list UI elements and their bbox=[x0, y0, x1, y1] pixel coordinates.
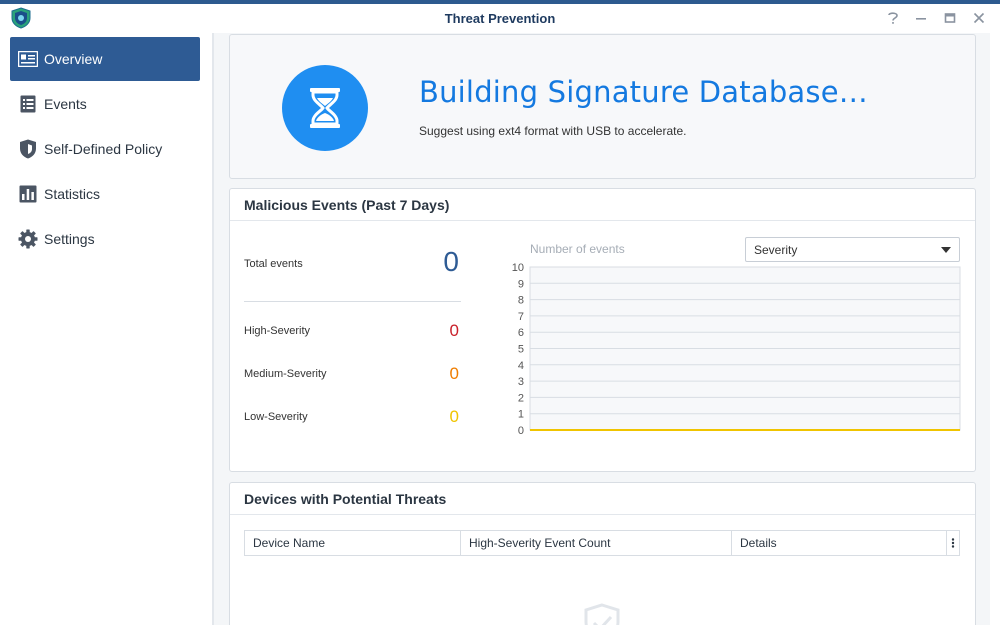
medium-severity-label: Medium-Severity bbox=[244, 368, 327, 380]
total-events-label: Total events bbox=[244, 258, 303, 270]
total-events-value: 0 bbox=[443, 246, 459, 277]
close-icon bbox=[973, 12, 985, 24]
events-line-chart: 0 1 2 3 4 5 6 7 8 9 10 bbox=[512, 262, 961, 434]
statistics-icon bbox=[18, 184, 38, 204]
vertical-scrollbar[interactable] bbox=[990, 33, 1000, 625]
chart-y-tick-label: 2 bbox=[518, 392, 524, 404]
column-header-details[interactable]: Details bbox=[732, 531, 947, 555]
shield-icon bbox=[18, 139, 38, 159]
chart-y-tick-label: 5 bbox=[518, 344, 524, 356]
minimize-button[interactable] bbox=[911, 8, 931, 28]
high-severity-label: High-Severity bbox=[244, 325, 311, 337]
chevron-down-icon bbox=[941, 247, 951, 253]
maximize-button[interactable] bbox=[940, 8, 960, 28]
empty-shield-check-icon bbox=[582, 603, 622, 625]
panel-title: Malicious Events (Past 7 Days) bbox=[230, 189, 975, 221]
chart-y-tick-label: 9 bbox=[518, 278, 524, 290]
status-title: Building Signature Database… bbox=[419, 75, 868, 109]
chart-y-tick-label: 4 bbox=[518, 360, 524, 372]
low-severity-value: 0 bbox=[449, 407, 459, 426]
sidebar-item-label: Settings bbox=[44, 231, 95, 247]
sidebar-item-settings[interactable]: Settings bbox=[10, 217, 200, 261]
sidebar-item-self-defined-policy[interactable]: Self-Defined Policy bbox=[10, 127, 200, 171]
sidebar-item-label: Statistics bbox=[44, 186, 101, 202]
devices-panel: Devices with Potential Threats Device Na… bbox=[229, 482, 976, 625]
column-header-device-name[interactable]: Device Name bbox=[245, 531, 461, 555]
window-title: Threat Prevention bbox=[444, 11, 556, 26]
chart-y-tick-label: 1 bbox=[518, 409, 524, 421]
title-bar: Threat Prevention bbox=[0, 4, 1000, 33]
sidebar: Overview Events Self-Defined Policy Stat… bbox=[0, 33, 212, 625]
more-vertical-icon bbox=[951, 538, 955, 548]
column-options-button[interactable] bbox=[947, 531, 959, 555]
column-header-high-severity-count[interactable]: High-Severity Event Count bbox=[461, 531, 732, 555]
sidebar-divider bbox=[212, 33, 214, 625]
low-severity-label: Low-Severity bbox=[244, 411, 308, 423]
gear-icon bbox=[18, 229, 38, 249]
sidebar-item-events[interactable]: Events bbox=[10, 82, 200, 126]
devices-table-header: Device Name High-Severity Event Count De… bbox=[244, 530, 960, 556]
sidebar-item-statistics[interactable]: Statistics bbox=[10, 172, 200, 216]
dropdown-selected-value: Severity bbox=[754, 242, 798, 257]
high-severity-value: 0 bbox=[449, 321, 459, 340]
malicious-events-panel: Malicious Events (Past 7 Days) Total eve… bbox=[229, 188, 976, 472]
minimize-icon bbox=[916, 18, 926, 20]
sidebar-item-label: Self-Defined Policy bbox=[44, 141, 163, 157]
chart-y-tick-label: 6 bbox=[518, 327, 524, 339]
chart-y-tick-label: 7 bbox=[518, 311, 524, 323]
close-button[interactable] bbox=[969, 8, 989, 28]
chart-y-tick-label: 10 bbox=[512, 262, 524, 274]
chart-y-tick-label: 0 bbox=[518, 425, 524, 434]
sidebar-item-overview[interactable]: Overview bbox=[10, 37, 200, 81]
sidebar-item-label: Events bbox=[44, 96, 87, 112]
medium-severity-value: 0 bbox=[449, 364, 459, 383]
status-subtitle: Suggest using ext4 format with USB to ac… bbox=[419, 124, 687, 138]
chart-y-axis-label: Number of events bbox=[530, 242, 625, 256]
panel-title: Devices with Potential Threats bbox=[230, 483, 975, 515]
signature-status-panel: Building Signature Database… Suggest usi… bbox=[229, 34, 976, 179]
sidebar-item-label: Overview bbox=[44, 51, 103, 67]
help-button[interactable] bbox=[883, 8, 903, 28]
chart-y-tick-label: 3 bbox=[518, 376, 524, 388]
help-icon bbox=[888, 12, 898, 24]
chart-y-tick-label: 8 bbox=[518, 295, 524, 307]
hourglass-icon bbox=[282, 65, 368, 151]
overview-icon bbox=[18, 49, 38, 69]
maximize-icon bbox=[944, 13, 956, 23]
events-list-icon bbox=[18, 94, 38, 114]
stats-divider bbox=[244, 301, 461, 302]
